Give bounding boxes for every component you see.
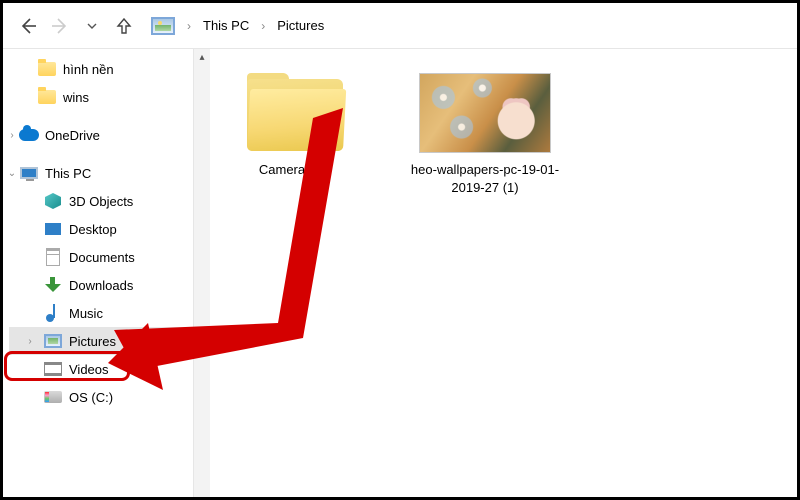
image-thumbnail [419, 73, 551, 153]
tree-item-this-pc[interactable]: ⌄ This PC [9, 159, 193, 187]
chevron-right-icon: › [261, 19, 265, 33]
back-button[interactable] [13, 11, 43, 41]
tree-item-os-drive[interactable]: OS (C:) [9, 383, 193, 411]
navigation-pane: hình nền wins › OneDrive ⌄ This PC 3D Ob… [3, 49, 193, 497]
tree-item-documents[interactable]: Documents [9, 243, 193, 271]
tree-item-label: OneDrive [45, 128, 100, 143]
tree-item-downloads[interactable]: Downloads [9, 271, 193, 299]
recent-locations-button[interactable] [77, 11, 107, 41]
content-pane[interactable]: Camera Roll heo-wallpapers-pc-19-01-2019… [210, 49, 797, 497]
tree-item-label: OS (C:) [69, 390, 113, 405]
tree-item-label: Videos [69, 362, 109, 377]
tree-item-label: Desktop [69, 222, 117, 237]
drive-icon [44, 391, 62, 403]
up-button[interactable] [109, 11, 139, 41]
pictures-library-icon [151, 17, 175, 35]
tree-item-label: 3D Objects [69, 194, 133, 209]
desktop-icon [45, 223, 61, 235]
tree-item[interactable]: hình nền [9, 55, 193, 83]
tree-item-label: Documents [69, 250, 135, 265]
tree-item-label: This PC [45, 166, 91, 181]
item-label: heo-wallpapers-pc-19-01-2019-27 (1) [410, 161, 560, 196]
chevron-right-icon: › [187, 19, 191, 33]
folder-item[interactable]: Camera Roll [220, 73, 370, 179]
breadcrumb-segment[interactable]: This PC [203, 18, 249, 33]
pictures-icon [44, 334, 62, 348]
tree-item-label: hình nền [63, 62, 114, 77]
tree-item-label: Downloads [69, 278, 133, 293]
folder-icon [38, 90, 56, 104]
tree-item-label: Pictures [69, 334, 116, 349]
folder-icon [38, 62, 56, 76]
tree-item-pictures[interactable]: › Pictures [9, 327, 193, 355]
tree-item[interactable]: wins [9, 83, 193, 111]
breadcrumb[interactable]: › This PC › Pictures [151, 17, 324, 35]
tree-item-label: Music [69, 306, 103, 321]
onedrive-icon [19, 129, 39, 141]
videos-icon [44, 362, 62, 376]
item-label: Camera Roll [259, 161, 331, 179]
scroll-up-icon[interactable]: ▴ [194, 49, 210, 66]
3d-objects-icon [45, 193, 61, 209]
image-item[interactable]: heo-wallpapers-pc-19-01-2019-27 (1) [410, 73, 560, 196]
collapse-chevron-icon[interactable]: ⌄ [7, 168, 17, 178]
tree-item-3d-objects[interactable]: 3D Objects [9, 187, 193, 215]
music-icon [46, 304, 60, 322]
documents-icon [46, 248, 60, 266]
tree-scrollbar[interactable]: ▴ [193, 49, 210, 497]
tree-item-videos[interactable]: Videos [9, 355, 193, 383]
tree-item-music[interactable]: Music [9, 299, 193, 327]
this-pc-icon [20, 167, 38, 179]
tree-item-onedrive[interactable]: › OneDrive [9, 121, 193, 149]
expand-chevron-icon[interactable]: › [7, 130, 17, 140]
downloads-icon [45, 277, 61, 293]
tree-item-label: wins [63, 90, 89, 105]
address-bar: › This PC › Pictures [3, 3, 797, 49]
forward-button[interactable] [45, 11, 75, 41]
breadcrumb-segment[interactable]: Pictures [277, 18, 324, 33]
folder-icon [247, 73, 343, 151]
expand-chevron-icon[interactable]: › [25, 336, 35, 346]
tree-item-desktop[interactable]: Desktop [9, 215, 193, 243]
